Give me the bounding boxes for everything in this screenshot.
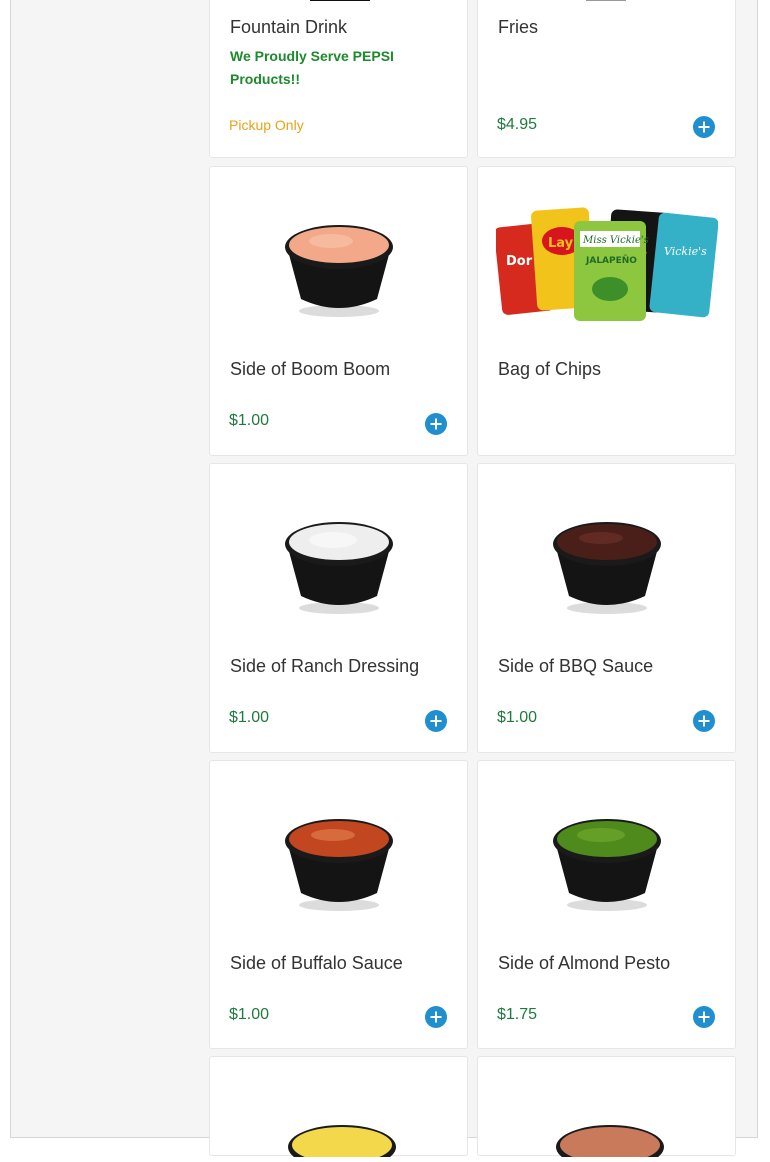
- add-to-cart-button[interactable]: [425, 710, 447, 732]
- item-name: Side of Boom Boom: [230, 359, 391, 379]
- menu-item-bag-of-chips[interactable]: Dor Lay's ys Vickie's Miss Vickie's JALA…: [477, 166, 736, 456]
- item-name: Side of Ranch Dressing: [230, 656, 420, 676]
- menu-item-almond-pesto[interactable]: Side of Almond Pesto $1.75: [477, 760, 736, 1049]
- chips-bags-image: Dor Lay's ys Vickie's Miss Vickie's JALA…: [495, 207, 718, 321]
- item-price: $1.00: [229, 709, 270, 726]
- menu-item-boom-boom[interactable]: Side of Boom Boom $1.00: [209, 166, 468, 456]
- item-name: Side of Buffalo Sauce: [230, 953, 403, 973]
- sauce-cup-image: [556, 1125, 664, 1162]
- sauce-image: [210, 789, 467, 917]
- add-to-cart-button[interactable]: [693, 710, 715, 732]
- item-name: Fountain Drink: [230, 17, 348, 37]
- menu-item-fries[interactable]: Fries $4.95: [477, 0, 736, 158]
- item-name: Fries: [498, 17, 538, 37]
- sauce-image: [478, 789, 735, 917]
- add-to-cart-button[interactable]: [693, 1006, 715, 1028]
- fries-image-bottom: [586, 0, 626, 1]
- svg-text:Miss Vickie's: Miss Vickie's: [582, 235, 649, 246]
- item-name: Side of BBQ Sauce: [498, 656, 654, 676]
- pickup-only-label: Pickup Only: [229, 117, 304, 133]
- sauce-cup-image: [284, 819, 393, 911]
- sauce-cup-image: [284, 225, 393, 317]
- sauce-image: [550, 1097, 670, 1162]
- chips-image: Dor Lay's ys Vickie's Miss Vickie's JALA…: [478, 195, 735, 323]
- sauce-image: [210, 492, 467, 620]
- item-price: $1.75: [497, 1006, 538, 1023]
- menu-item-fountain-drink[interactable]: Fountain Drink We Proudly Serve PEPSI Pr…: [209, 0, 468, 158]
- item-name: Bag of Chips: [498, 359, 602, 379]
- item-price: $1.00: [497, 709, 538, 726]
- sauce-cup-image: [552, 819, 661, 911]
- menu-item-bbq[interactable]: Side of BBQ Sauce $1.00: [477, 463, 736, 753]
- svg-text:Dor: Dor: [506, 254, 533, 269]
- sauce-cup-image: [552, 522, 661, 614]
- sauce-image: [478, 492, 735, 620]
- promo-text: We Proudly Serve PEPSI Products!!: [230, 48, 394, 87]
- sauce-image: [282, 1097, 402, 1162]
- sauce-cup-image: [284, 522, 393, 614]
- add-to-cart-button[interactable]: [693, 116, 715, 138]
- svg-text:JALAPEÑO: JALAPEÑO: [585, 255, 637, 266]
- item-price: $1.00: [229, 1006, 270, 1023]
- add-to-cart-button[interactable]: [425, 1006, 447, 1028]
- drink-image-bottom: [310, 0, 370, 1]
- sauce-image: [210, 195, 467, 323]
- menu-item-buffalo[interactable]: Side of Buffalo Sauce $1.00: [209, 760, 468, 1049]
- menu-item-partial-left[interactable]: [209, 1056, 468, 1162]
- item-name: Side of Almond Pesto: [498, 953, 671, 973]
- sauce-cup-image: [288, 1125, 396, 1162]
- menu-item-ranch[interactable]: Side of Ranch Dressing $1.00: [209, 463, 468, 753]
- add-to-cart-button[interactable]: [425, 413, 447, 435]
- menu-item-partial-right[interactable]: [477, 1056, 736, 1162]
- svg-text:Vickie's: Vickie's: [664, 245, 707, 258]
- item-price: $4.95: [497, 116, 538, 133]
- item-price: $1.00: [229, 412, 270, 429]
